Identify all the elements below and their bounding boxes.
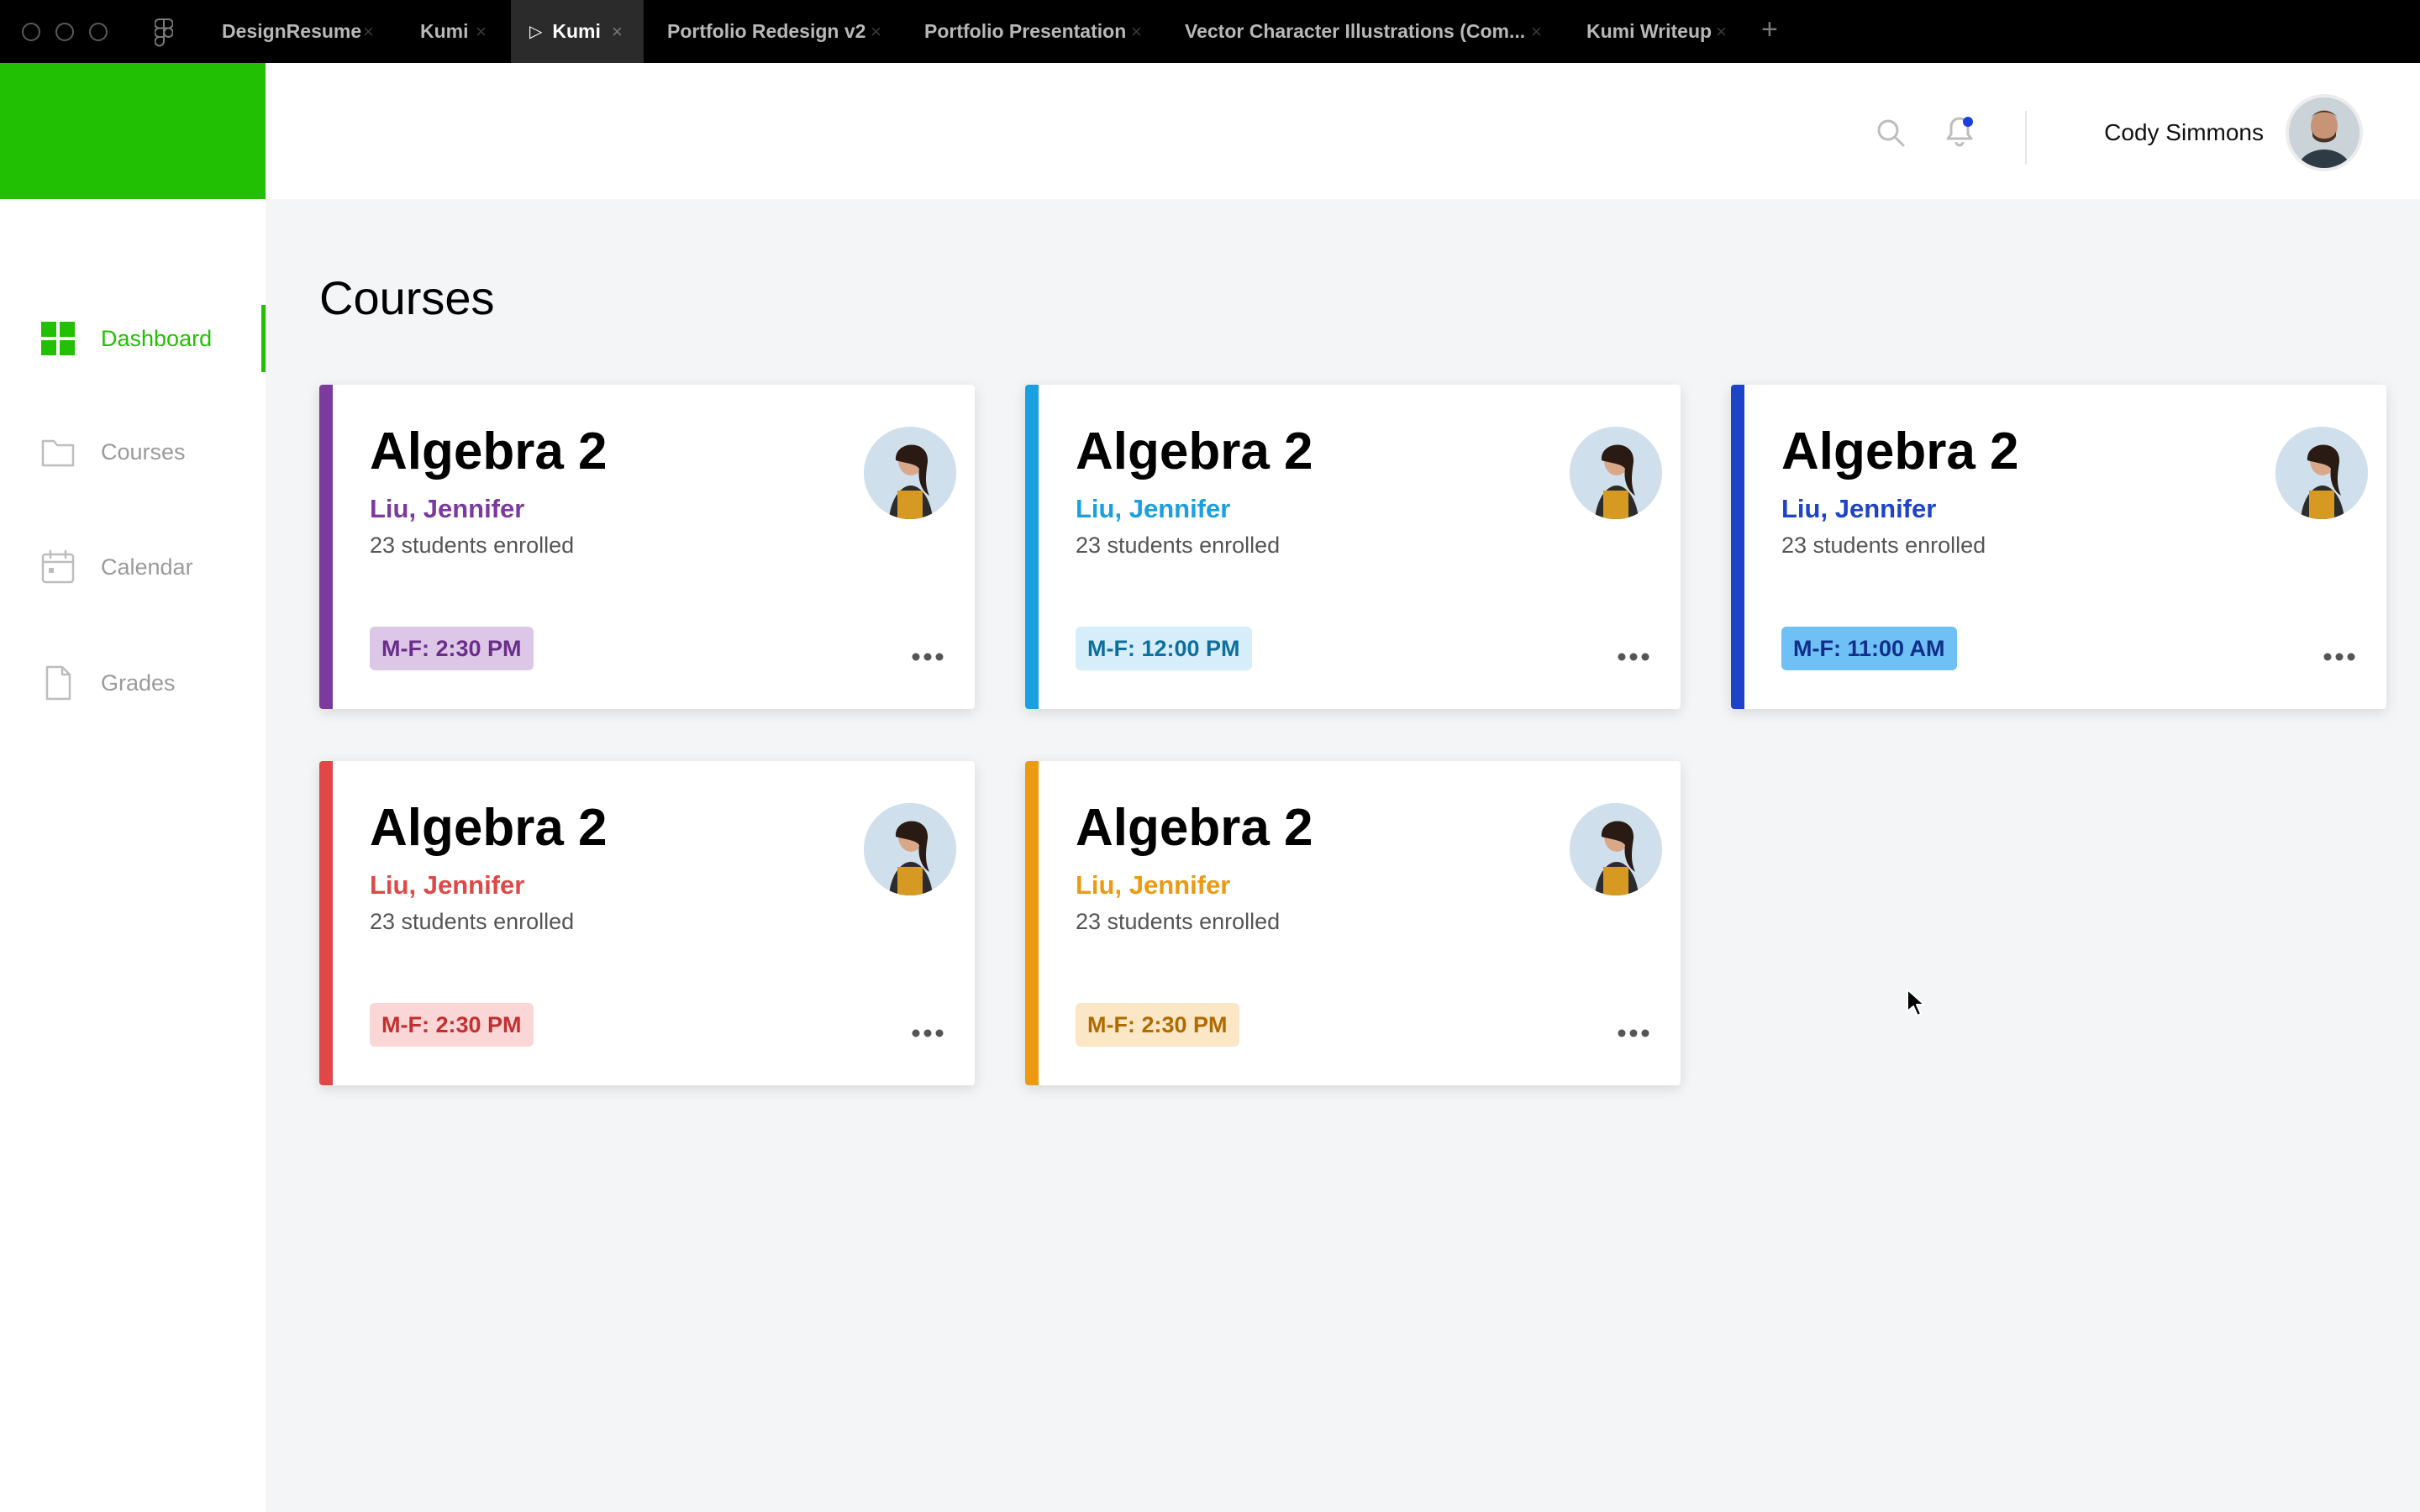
card-accent-bar [319, 385, 333, 709]
tab-label: Portfolio Presentation [924, 20, 1127, 42]
sidebar-item-dashboard[interactable]: Dashboard [0, 305, 266, 372]
course-card[interactable]: Algebra 2 Liu, Jennifer 23 students enro… [1025, 385, 1681, 709]
tab-portfolio-presentation[interactable]: Portfolio Presentation × [911, 0, 1155, 63]
window-minimize-control[interactable] [55, 23, 74, 41]
course-card[interactable]: Algebra 2 Liu, Jennifer 23 students enro… [319, 385, 975, 709]
schedule-badge: M-F: 11:00 AM [1781, 627, 1957, 670]
more-options-icon[interactable] [2323, 652, 2356, 662]
teacher-photo-icon [864, 803, 956, 895]
user-avatar[interactable] [2286, 94, 2363, 171]
teacher-photo-icon [2275, 427, 2368, 519]
user-avatar-photo-icon [2289, 97, 2360, 168]
tab-kumi-writeup[interactable]: Kumi Writeup × [1573, 0, 1741, 63]
schedule-badge: M-F: 12:00 PM [1076, 627, 1252, 670]
page-title: Courses [319, 271, 495, 324]
teacher-photo-icon [864, 427, 956, 519]
sidebar-item-grades[interactable]: Grades [0, 649, 266, 717]
more-options-icon[interactable] [1617, 652, 1650, 662]
active-indicator [261, 305, 266, 372]
course-title: Algebra 2 [370, 423, 608, 480]
tab-kumi-active[interactable]: ▷ Kumi × [511, 0, 644, 63]
tab-portfolio-redesign[interactable]: Portfolio Redesign v2 × [654, 0, 897, 63]
tab-close-icon[interactable]: × [871, 21, 881, 43]
sidebar: Dashboard Courses Calendar Grades [0, 199, 266, 1512]
more-options-icon[interactable] [1617, 1028, 1650, 1038]
teacher-photo-icon [1570, 803, 1662, 895]
teacher-photo-icon [1570, 427, 1662, 519]
teacher-avatar [2275, 427, 2368, 519]
sidebar-item-calendar[interactable]: Calendar [0, 533, 266, 601]
schedule-badge: M-F: 2:30 PM [370, 1003, 534, 1047]
tab-close-icon[interactable]: × [1131, 21, 1142, 43]
card-accent-bar [1025, 385, 1039, 709]
user-name[interactable]: Cody Simmons [2104, 119, 2264, 146]
card-accent-bar [319, 761, 333, 1085]
schedule-badge: M-F: 2:30 PM [1076, 1003, 1239, 1047]
course-title: Algebra 2 [1076, 423, 1313, 480]
teacher-avatar [1570, 427, 1662, 519]
teacher-avatar [864, 427, 956, 519]
course-card[interactable]: Algebra 2 Liu, Jennifer 23 students enro… [1025, 761, 1681, 1085]
teacher-name[interactable]: Liu, Jennifer [370, 870, 524, 900]
tab-label: DesignResume [222, 20, 362, 42]
folder-icon [41, 439, 75, 467]
enrollment-count: 23 students enrolled [1781, 533, 1986, 558]
teacher-avatar [1570, 803, 1662, 895]
teacher-name[interactable]: Liu, Jennifer [1076, 494, 1230, 524]
course-title: Algebra 2 [1076, 799, 1313, 857]
sidebar-item-label: Grades [101, 669, 176, 696]
course-card[interactable]: Algebra 2 Liu, Jennifer 23 students enro… [1731, 385, 2386, 709]
header-divider [2025, 111, 2027, 165]
tab-label: Portfolio Redesign v2 [667, 20, 866, 42]
sidebar-item-courses[interactable]: Courses [0, 418, 266, 486]
window-close-control[interactable] [22, 23, 40, 41]
tab-close-icon[interactable]: × [363, 21, 374, 43]
course-title: Algebra 2 [370, 799, 608, 857]
tab-close-icon[interactable]: × [612, 21, 623, 43]
search-icon[interactable] [1876, 118, 1906, 148]
card-accent-bar [1025, 761, 1039, 1085]
tab-designresume[interactable]: DesignResume × [208, 0, 376, 63]
tab-label: Kumi Writeup [1586, 20, 1712, 42]
schedule-badge: M-F: 2:30 PM [370, 627, 534, 670]
tab-kumi[interactable]: Kumi × [407, 0, 499, 63]
figma-titlebar: DesignResume × Kumi × ▷ Kumi × Portfolio… [0, 0, 2420, 63]
enrollment-count: 23 students enrolled [370, 533, 575, 558]
teacher-name[interactable]: Liu, Jennifer [370, 494, 524, 524]
app-header [266, 63, 2420, 199]
more-options-icon[interactable] [911, 1028, 944, 1038]
mouse-cursor-icon [1907, 989, 1925, 1016]
figma-logo-icon[interactable] [155, 18, 173, 47]
enrollment-count: 23 students enrolled [1076, 909, 1281, 934]
card-accent-bar [1731, 385, 1744, 709]
sidebar-item-label: Calendar [101, 554, 193, 580]
enrollment-count: 23 students enrolled [370, 909, 575, 934]
play-icon: ▷ [529, 23, 543, 41]
sidebar-item-label: Dashboard [101, 325, 213, 351]
more-options-icon[interactable] [911, 652, 944, 662]
teacher-avatar [864, 803, 956, 895]
enrollment-count: 23 students enrolled [1076, 533, 1281, 558]
dashboard-grid-icon [41, 322, 75, 355]
teacher-name[interactable]: Liu, Jennifer [1076, 870, 1230, 900]
sidebar-item-label: Courses [101, 438, 186, 465]
tab-label: Kumi [552, 20, 601, 42]
document-icon [45, 665, 71, 701]
tab-vector-character[interactable]: Vector Character Illustrations (Com... × [1171, 0, 1558, 63]
tab-close-icon[interactable]: × [1716, 21, 1727, 43]
course-title: Algebra 2 [1781, 423, 2019, 480]
teacher-name[interactable]: Liu, Jennifer [1781, 494, 1936, 524]
new-tab-plus-icon[interactable]: + [1761, 13, 1778, 46]
tab-label: Vector Character Illustrations (Com... [1185, 20, 1526, 42]
notification-dot [1963, 117, 1973, 127]
tab-label: Kumi [420, 20, 469, 42]
window-zoom-control[interactable] [89, 23, 108, 41]
tab-close-icon[interactable]: × [1531, 21, 1542, 43]
tab-close-icon[interactable]: × [476, 21, 487, 43]
calendar-icon [41, 549, 75, 584]
brand-logo-area[interactable] [0, 63, 266, 199]
course-card[interactable]: Algebra 2 Liu, Jennifer 23 students enro… [319, 761, 975, 1085]
